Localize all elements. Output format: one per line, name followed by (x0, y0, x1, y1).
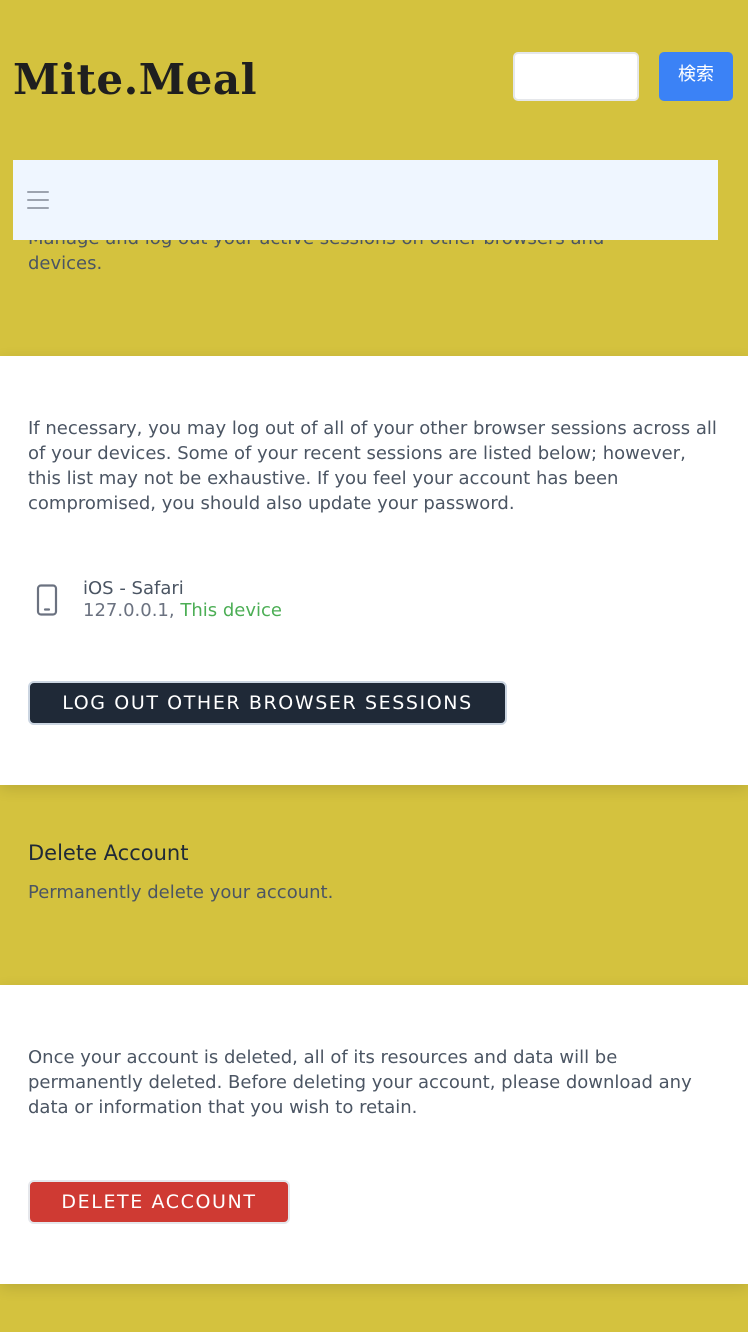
browser-sessions-info: If necessary, you may log out of all of … (28, 418, 717, 514)
browser-sessions-card: If necessary, you may log out of all of … (0, 356, 748, 785)
delete-account-subtitle: Permanently delete your account. (28, 882, 334, 903)
session-meta: 127.0.0.1, This device (83, 598, 282, 623)
session-ip: 127.0.0.1, (83, 600, 175, 621)
session-item: iOS - Safari 127.0.0.1, This device (28, 576, 718, 626)
hamburger-menu-icon[interactable] (27, 191, 49, 209)
delete-account-info: Once your account is deleted, all of its… (28, 1047, 692, 1118)
logout-other-sessions-button[interactable]: Log Out Other Browser Sessions (28, 681, 507, 725)
delete-account-title: Delete Account (28, 841, 189, 865)
delete-account-card: Once your account is deleted, all of its… (0, 985, 748, 1284)
current-device-label: This device (180, 600, 282, 621)
search-button[interactable]: 検索 (659, 52, 733, 101)
mobile-phone-icon (36, 584, 58, 616)
site-logo[interactable]: Mite.Meal (13, 54, 257, 106)
site-header: Mite.Meal 検索 (0, 0, 748, 160)
navigation-bar (13, 160, 718, 240)
search-input[interactable] (513, 52, 639, 101)
delete-account-button[interactable]: Delete Account (28, 1180, 290, 1224)
